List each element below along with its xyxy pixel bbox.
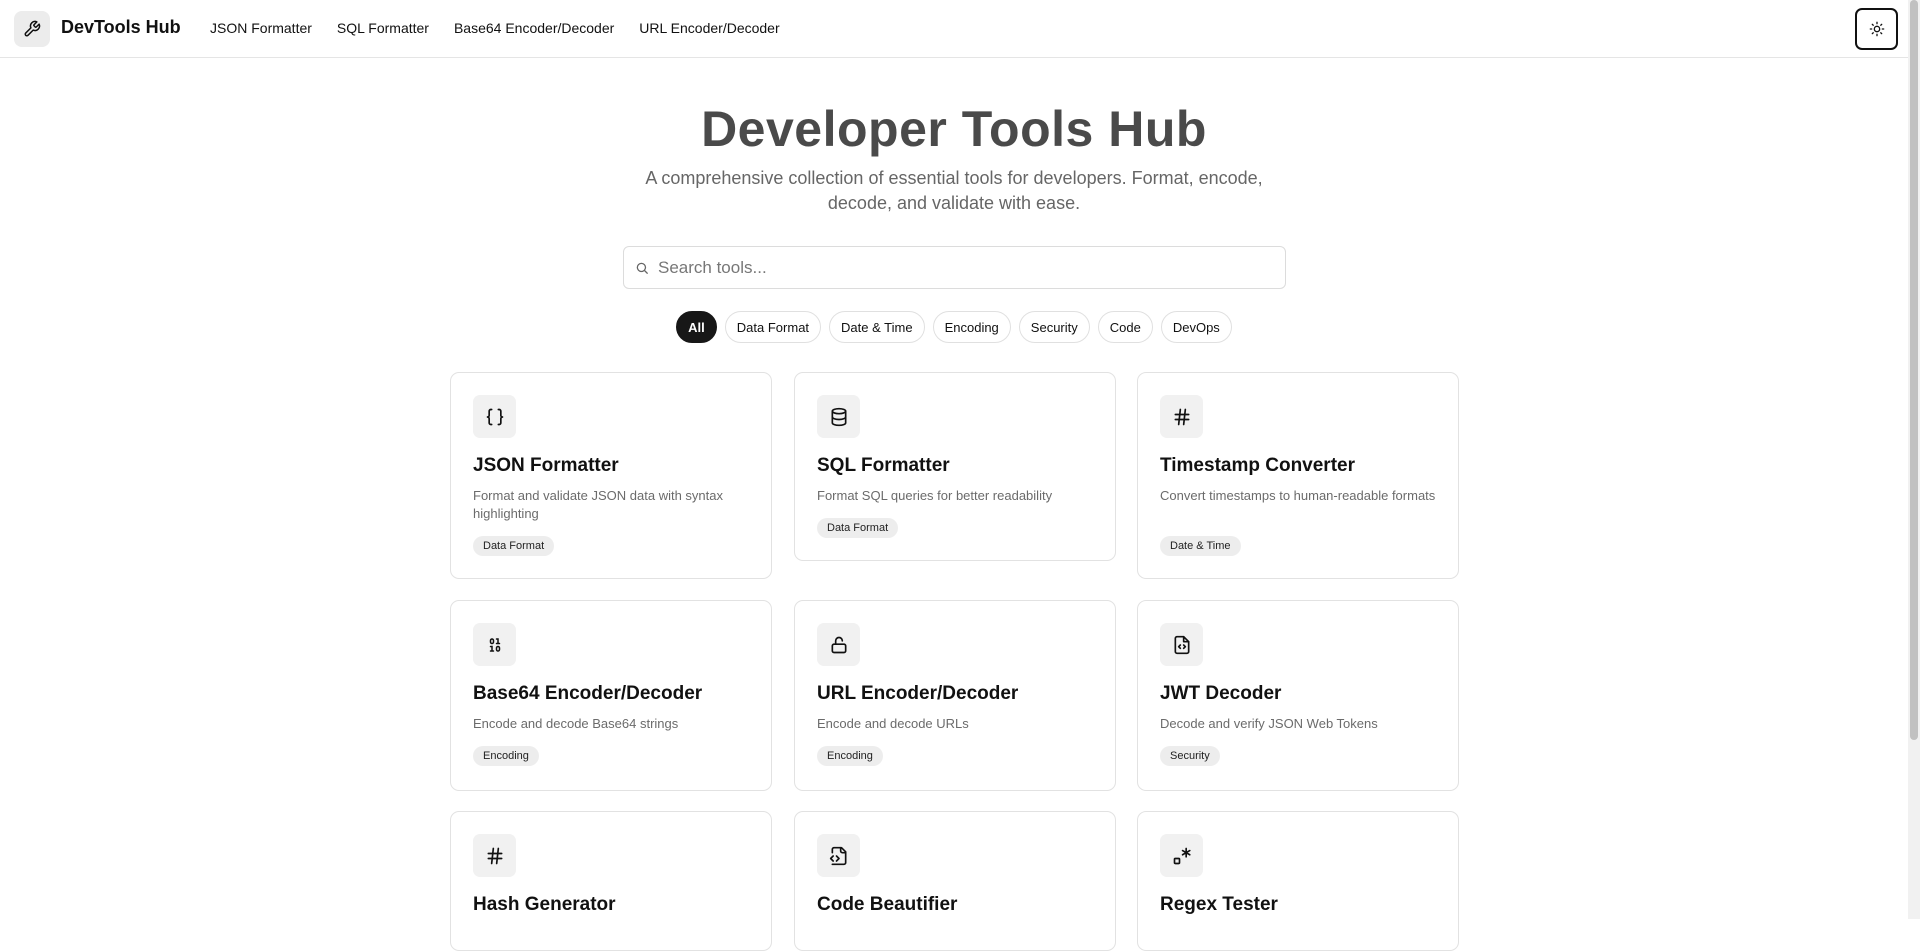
category-badge: Data Format [817, 518, 899, 538]
tool-card-sql-formatter[interactable]: SQL Formatter Format SQL queries for bet… [794, 372, 1116, 561]
tool-description: Encode and decode Base64 strings [473, 716, 679, 731]
tool-title: Hash Generator [473, 894, 616, 915]
braces-icon [473, 395, 516, 438]
brand-name[interactable]: DevTools Hub [61, 17, 181, 38]
tool-title: Timestamp Converter [1160, 455, 1355, 476]
top-navbar: DevTools Hub JSON Formatter SQL Formatte… [0, 0, 1908, 58]
nav-url-encoder[interactable]: URL Encoder/Decoder [639, 20, 779, 36]
category-filters: All Data Format Date & Time Encoding Sec… [0, 311, 1908, 343]
theme-toggle-button[interactable] [1855, 8, 1898, 50]
database-icon [817, 395, 860, 438]
tool-title: JSON Formatter [473, 455, 619, 476]
category-badge: Date & Time [1160, 536, 1241, 556]
tool-title: JWT Decoder [1160, 683, 1282, 704]
category-badge: Data Format [473, 536, 555, 556]
file-code-icon [1160, 623, 1203, 666]
tool-card-code-beautifier[interactable]: Code Beautifier [794, 811, 1116, 951]
nav-base64[interactable]: Base64 Encoder/Decoder [454, 20, 614, 36]
category-badge: Security [1160, 746, 1220, 766]
binary-icon [473, 623, 516, 666]
tool-title: SQL Formatter [817, 455, 950, 476]
hash-icon [473, 834, 516, 877]
regex-icon [1160, 834, 1203, 877]
tool-card-url-encoder[interactable]: URL Encoder/Decoder Encode and decode UR… [794, 600, 1116, 791]
tool-title: URL Encoder/Decoder [817, 683, 1019, 704]
search-icon [635, 261, 649, 275]
tool-card-base64[interactable]: Base64 Encoder/Decoder Encode and decode… [450, 600, 772, 791]
nav-sql-formatter[interactable]: SQL Formatter [337, 20, 429, 36]
filter-devops[interactable]: DevOps [1160, 311, 1232, 343]
page-title: Developer Tools Hub [701, 101, 1207, 157]
tool-card-json-formatter[interactable]: JSON Formatter Format and validate JSON … [450, 372, 772, 579]
filter-data-format[interactable]: Data Format [724, 311, 822, 343]
filter-date-time[interactable]: Date & Time [829, 311, 925, 343]
search-input[interactable] [658, 257, 1258, 278]
tool-description: Format and validate JSON data with synta… [473, 488, 724, 521]
category-badge: Encoding [817, 746, 883, 766]
tool-card-timestamp-converter[interactable]: Timestamp Converter Convert timestamps t… [1137, 372, 1459, 579]
scrollbar-thumb[interactable] [1910, 0, 1918, 740]
page-scrollbar[interactable] [1908, 0, 1920, 919]
tool-description: Convert timestamps to human-readable for… [1160, 488, 1436, 503]
filter-encoding[interactable]: Encoding [932, 311, 1011, 343]
filter-code[interactable]: Code [1097, 311, 1153, 343]
main-nav: JSON Formatter SQL Formatter Base64 Enco… [210, 20, 805, 36]
file-code-icon [817, 834, 860, 877]
filter-all[interactable]: All [676, 311, 717, 343]
search-box[interactable] [623, 246, 1286, 289]
sun-icon [1869, 21, 1884, 37]
category-badge: Encoding [473, 746, 539, 766]
tool-description: Format SQL queries for better readabilit… [817, 488, 1053, 503]
hash-icon [1160, 395, 1203, 438]
wrench-icon[interactable] [14, 11, 50, 47]
filter-security[interactable]: Security [1018, 311, 1090, 343]
tool-card-hash-generator[interactable]: Hash Generator [450, 811, 772, 951]
tool-title: Code Beautifier [817, 894, 958, 915]
tool-card-regex-tester[interactable]: Regex Tester [1137, 811, 1459, 951]
tool-title: Regex Tester [1160, 894, 1278, 915]
tool-description: Encode and decode URLs [817, 716, 969, 731]
tool-description: Decode and verify JSON Web Tokens [1160, 716, 1378, 731]
tool-title: Base64 Encoder/Decoder [473, 683, 703, 704]
nav-json-formatter[interactable]: JSON Formatter [210, 20, 312, 36]
lock-icon [817, 623, 860, 666]
tool-card-jwt-decoder[interactable]: JWT Decoder Decode and verify JSON Web T… [1137, 600, 1459, 791]
page-subtitle: A comprehensive collection of essential … [645, 168, 1263, 213]
